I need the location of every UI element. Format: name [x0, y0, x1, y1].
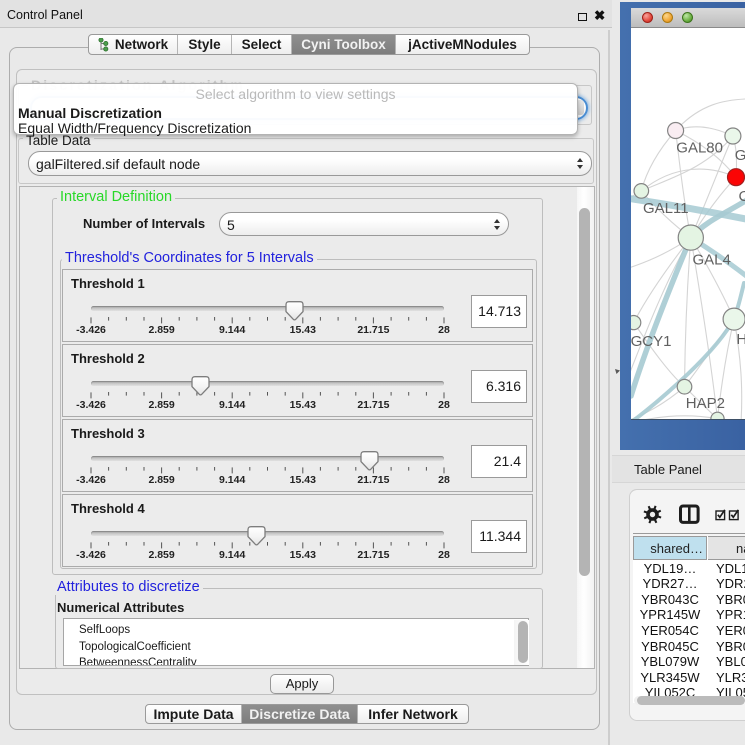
svg-text:GCY1: GCY1: [631, 333, 671, 350]
svg-text:GAL4: GAL4: [693, 252, 731, 269]
svg-text:GAL7: GAL7: [735, 147, 745, 164]
svg-text:GAL80: GAL80: [676, 140, 723, 157]
svg-text:H: H: [736, 331, 745, 348]
svg-text:HAP2: HAP2: [686, 395, 725, 412]
svg-text:GAL11: GAL11: [643, 200, 689, 217]
svg-text:C: C: [739, 188, 745, 205]
